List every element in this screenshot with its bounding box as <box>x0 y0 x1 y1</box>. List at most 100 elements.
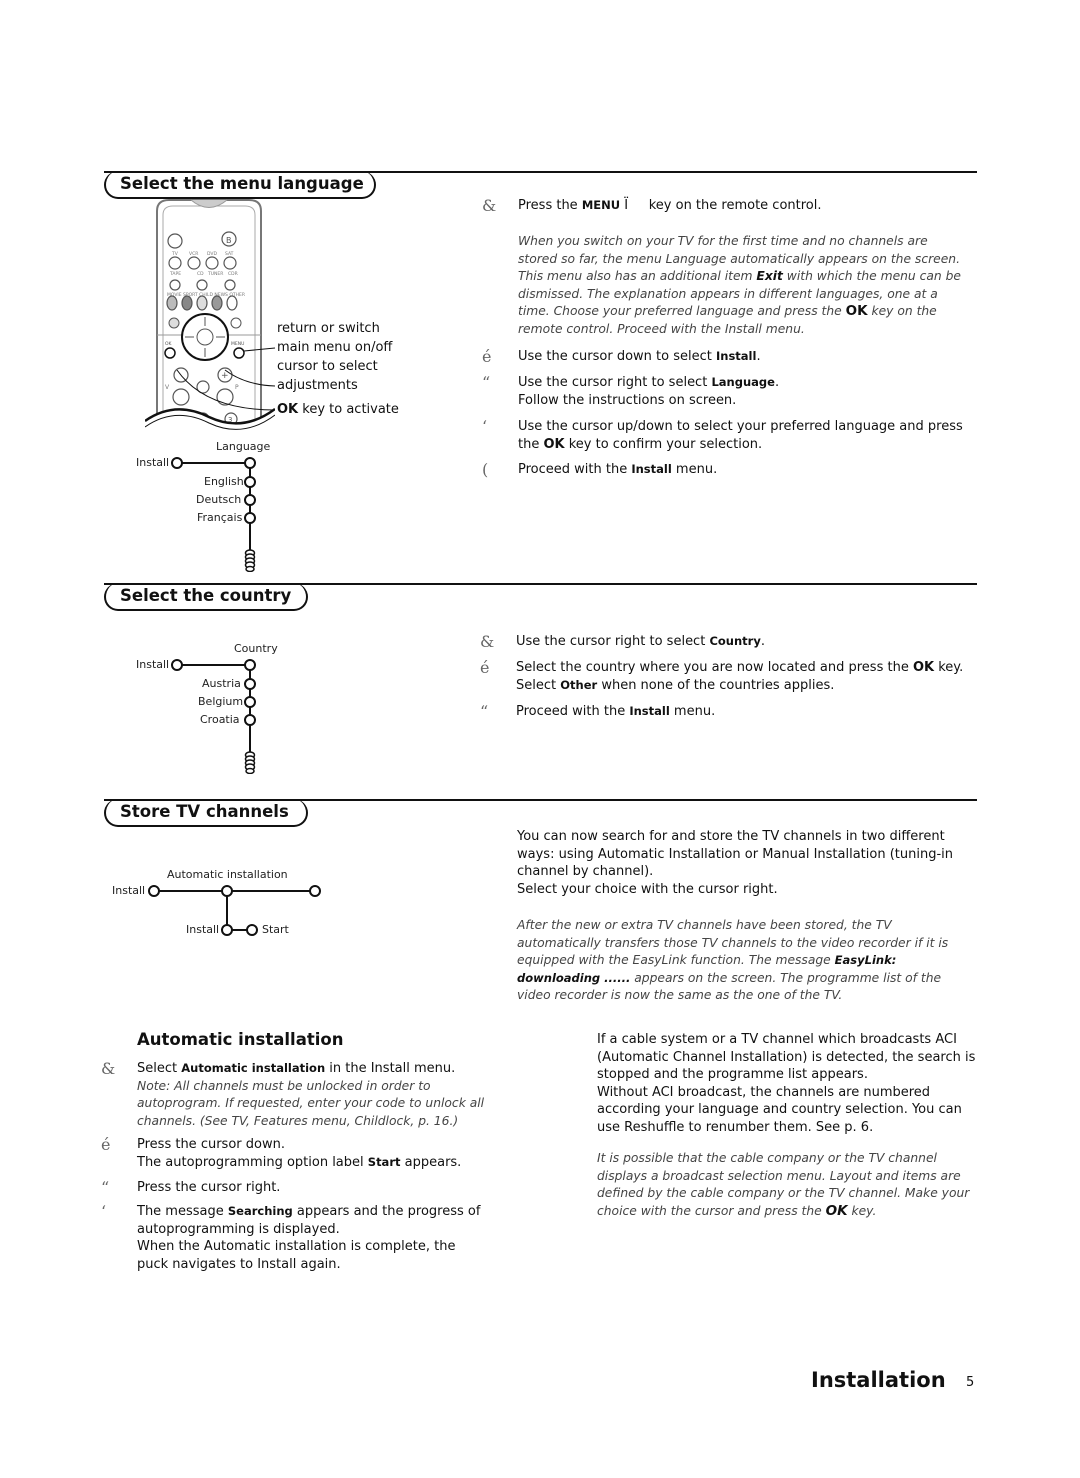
note-bold: Exit <box>756 269 783 283</box>
step-marker: ( <box>482 460 489 479</box>
step-bold: OK <box>543 436 565 452</box>
aci-note: It is possible that the cable company or… <box>597 1150 977 1220</box>
svg-text:CD: CD <box>197 271 204 277</box>
step-text: Press the cursor right. <box>137 1180 281 1195</box>
menu-node <box>244 476 256 488</box>
step-text: Press the cursor down. <box>137 1137 285 1152</box>
store-intro: You can now search for and store the TV … <box>517 828 957 898</box>
country-step-1: & Use the cursor right to select Country… <box>480 633 976 651</box>
callout-ok-rest: key to activate <box>298 402 399 417</box>
subsection-title-auto: Automatic installation <box>137 1030 344 1049</box>
store-intro-para: You can now search for and store the TV … <box>517 829 953 879</box>
step-bold: MENU <box>581 198 621 212</box>
menu-sub-install: Install <box>186 923 220 936</box>
remote-callout-lines <box>176 347 276 411</box>
menu-header-auto-install: Automatic installation <box>167 868 288 881</box>
step-text: appears. <box>400 1154 462 1170</box>
step-text: Ï key on the remote control. <box>620 198 822 213</box>
auto-step-2: é Press the cursor down. The autoprogram… <box>101 1136 517 1171</box>
step-text: Select <box>137 1061 182 1076</box>
step-text: . <box>760 634 765 649</box>
language-step-5: ( Proceed with the Install menu. <box>482 461 978 479</box>
section-title-store-text: Store TV channels <box>120 802 289 821</box>
step-text: . <box>756 349 761 364</box>
callout-ok: OK key to activate <box>277 401 399 420</box>
step-text: key. <box>934 660 964 675</box>
menu-connector <box>178 664 250 666</box>
svg-text:TAPE: TAPE <box>169 271 181 277</box>
callout-cursor-line1: cursor to select <box>277 359 378 374</box>
menu-node <box>244 457 256 469</box>
callout-menu-line1: return or switch <box>277 321 380 336</box>
svg-text:DVD: DVD <box>207 251 217 257</box>
step-marker: é <box>480 658 490 677</box>
step-text: Proceed with the <box>518 462 632 477</box>
svg-text:TV: TV <box>171 251 179 257</box>
step-bold: Install <box>631 462 672 476</box>
step-marker: é <box>482 347 492 366</box>
menu-header-language: Language <box>216 440 271 453</box>
store-note: After the new or extra TV channels have … <box>517 917 975 1005</box>
aci-para: If a cable system or a TV channel which … <box>597 1032 976 1082</box>
menu-header-country: Country <box>234 642 278 655</box>
step-marker: “ <box>480 702 489 721</box>
step-marker: “ <box>101 1178 110 1197</box>
menu-item-francais: Français <box>197 511 243 524</box>
language-step-3: “ Use the cursor right to select Languag… <box>482 374 978 409</box>
step-text: menu. <box>671 462 718 477</box>
menu-scroll-icon <box>244 549 256 572</box>
menu-node <box>244 494 256 506</box>
step-bold: Other <box>560 677 598 692</box>
step-text: Use the cursor down to select <box>518 349 716 364</box>
step-bold: Searching <box>227 1204 293 1218</box>
menu-node <box>244 512 256 524</box>
auto-step-3: “ Press the cursor right. <box>101 1179 517 1197</box>
step-bold: Language <box>711 375 775 389</box>
menu-root-install: Install <box>112 884 146 897</box>
step-bold: Country <box>709 634 761 648</box>
menu-connector <box>155 890 315 892</box>
step-text: Use the cursor right to select <box>516 634 710 649</box>
menu-item-deutsch: Deutsch <box>196 493 242 506</box>
menu-node <box>244 714 256 726</box>
menu-item-belgium: Belgium <box>198 695 244 708</box>
menu-item-croatia: Croatia <box>200 713 240 726</box>
section-title-country-text: Select the country <box>120 586 292 605</box>
step-text: key to confirm your selection. <box>564 436 763 452</box>
aci-para: Without ACI broadcast, the channels are … <box>597 1084 962 1135</box>
menu-node <box>221 924 233 936</box>
callout-ok-bold: OK <box>277 402 299 417</box>
callout-cursor: cursor to select adjustments <box>277 358 378 395</box>
country-step-3: “ Proceed with the Install menu. <box>480 703 976 721</box>
step-marker: é <box>101 1135 111 1154</box>
section-title-store: Store TV channels <box>104 799 308 827</box>
menu-node <box>246 924 258 936</box>
menu-scroll-icon <box>244 751 256 774</box>
step-text: Select the country where you are now loc… <box>516 660 913 675</box>
language-step-2: é Use the cursor down to select Install. <box>482 348 978 366</box>
section-title-country: Select the country <box>104 583 308 611</box>
menu-item-austria: Austria <box>202 677 241 690</box>
step-text-line2: When the Automatic installation is compl… <box>137 1239 456 1272</box>
step-bold: Automatic installation <box>181 1061 326 1075</box>
menu-node <box>244 678 256 690</box>
step-text: The autoprogramming option label <box>137 1154 368 1170</box>
step-text: in the Install menu. <box>325 1061 456 1076</box>
menu-node <box>171 659 183 671</box>
step-line2: Select Other when none of the countries … <box>516 677 986 695</box>
note-bold: OK <box>825 1202 848 1219</box>
menu-node <box>221 885 233 897</box>
menu-node <box>244 696 256 708</box>
menu-sub-start: Start <box>262 923 289 936</box>
svg-text:CDR: CDR <box>228 271 238 277</box>
callout-menu: return or switch main menu on/off <box>277 320 392 357</box>
auto-step-4: ‘ The message Searching appears and the … <box>101 1203 487 1273</box>
step-text-line2: Follow the instructions on screen. <box>518 392 737 408</box>
step-text: Select <box>516 677 561 693</box>
menu-root-install: Install <box>136 658 170 671</box>
country-step-2: é Select the country where you are now l… <box>480 659 986 695</box>
callout-menu-line2: main menu on/off <box>277 339 393 355</box>
step-text: . <box>774 375 780 390</box>
step-bold: Install <box>715 349 757 363</box>
language-note: When you switch on your TV for the first… <box>518 233 970 338</box>
